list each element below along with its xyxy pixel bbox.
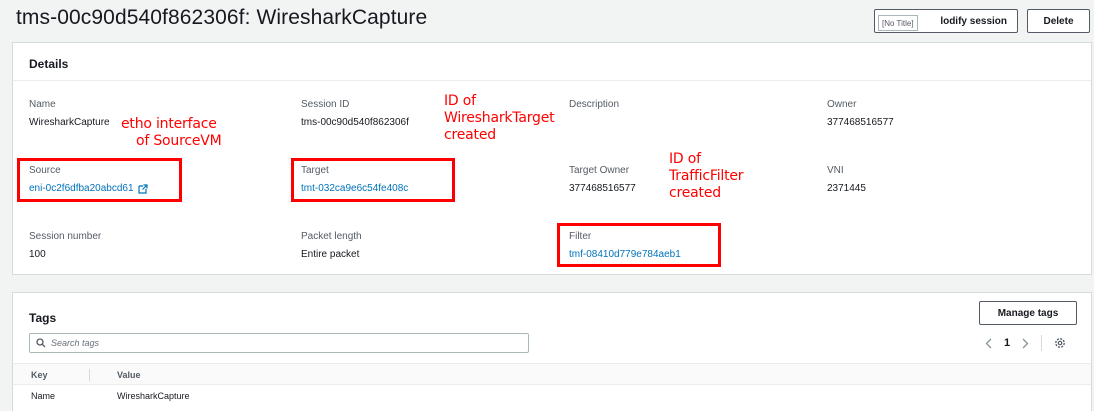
target-owner-value: 377468516577 [569, 183, 636, 194]
vni-value: 2371445 [827, 183, 866, 194]
target-owner-label: Target Owner [569, 165, 630, 176]
manage-tags-button[interactable]: Manage tags [979, 301, 1077, 325]
row-key: Name [31, 391, 56, 401]
field-owner: Owner 377468516577 [827, 99, 894, 128]
session-number-label: Session number [29, 231, 102, 242]
vni-label: VNI [827, 165, 844, 176]
tags-panel: Tags Manage tags Search tags 1 Key Value… [12, 292, 1092, 411]
no-title-tooltip: [No Title] [878, 15, 918, 31]
field-description: Description [569, 99, 619, 117]
search-placeholder: Search tags [51, 338, 100, 348]
details-title: Details [29, 57, 69, 71]
field-name: Name WiresharkCapture [29, 99, 110, 128]
field-packet-length: Packet length Entire packet [301, 231, 362, 260]
source-annotation: etho interface of SourceVM [121, 116, 222, 150]
row-value: WiresharkCapture [117, 391, 190, 401]
filter-annotation-line-1: ID of [669, 151, 701, 167]
field-target-owner: Target Owner 377468516577 [569, 165, 636, 194]
filter-annotation: ID of TrafficFilter created [669, 151, 744, 202]
source-highlight-box [17, 158, 182, 202]
column-header-key[interactable]: Key [31, 370, 48, 380]
column-header-value[interactable]: Value [117, 370, 141, 380]
name-label: Name [29, 99, 56, 110]
delete-button[interactable]: Delete [1027, 9, 1090, 33]
settings-gear-icon[interactable] [1054, 337, 1066, 349]
page-title: tms-00c90d540f862306f: WiresharkCapture [16, 6, 428, 29]
field-session-number: Session number 100 [29, 231, 101, 260]
session-id-value: tms-00c90d540f862306f [301, 117, 409, 128]
target-annotation-line-3: created [444, 127, 496, 143]
filter-highlight-box [557, 223, 721, 267]
page-number[interactable]: 1 [1004, 337, 1010, 349]
source-annotation-line-1: etho interface [121, 116, 217, 132]
field-session-id: Session ID tms-00c90d540f862306f [301, 99, 409, 128]
packet-length-label: Packet length [301, 231, 362, 242]
tags-table-header: Key Value [13, 363, 1091, 385]
search-icon [36, 338, 46, 348]
chevron-right-icon[interactable] [1022, 338, 1029, 349]
name-value: WiresharkCapture [29, 117, 110, 128]
packet-length-value: Entire packet [301, 249, 360, 260]
owner-value: 377468516577 [827, 117, 894, 128]
target-annotation-line-2: WiresharkTarget [444, 110, 555, 126]
column-divider[interactable] [89, 369, 90, 381]
description-label: Description [569, 99, 620, 110]
pager-divider [1041, 335, 1043, 351]
session-number-value: 100 [29, 249, 46, 260]
filter-annotation-line-3: created [669, 185, 721, 201]
owner-label: Owner [827, 99, 857, 110]
field-vni: VNI 2371445 [827, 165, 866, 194]
target-annotation-line-1: ID of [444, 93, 476, 109]
filter-annotation-line-2: TrafficFilter [669, 168, 744, 184]
details-header: Details [13, 43, 1091, 81]
session-id-label: Session ID [301, 99, 350, 110]
source-annotation-line-2: of SourceVM [136, 133, 222, 149]
tags-title: Tags [29, 311, 57, 325]
table-row: Name WiresharkCapture [13, 385, 1091, 407]
target-highlight-box [291, 158, 455, 202]
chevron-left-icon[interactable] [985, 338, 992, 349]
target-annotation: ID of WiresharkTarget created [444, 93, 555, 144]
search-tags-input[interactable]: Search tags [29, 333, 529, 353]
pagination: 1 [985, 335, 1066, 351]
